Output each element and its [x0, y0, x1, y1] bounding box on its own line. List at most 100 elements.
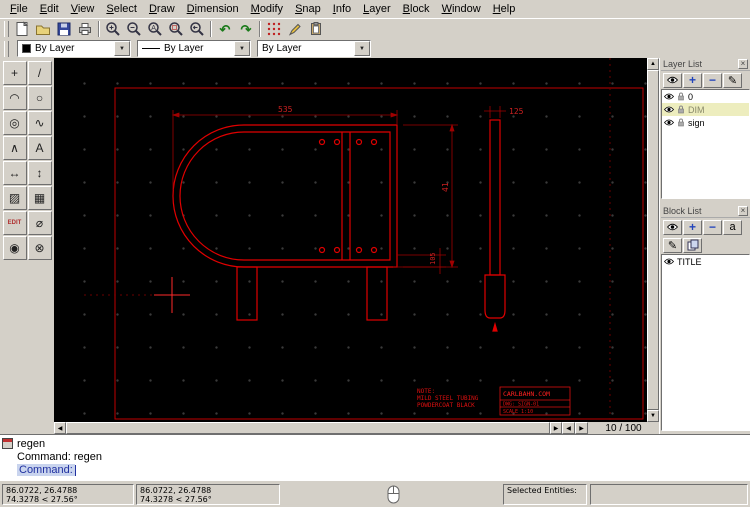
- layer-name: DIM: [688, 105, 705, 115]
- menu-view[interactable]: View: [65, 1, 101, 17]
- lock-icon[interactable]: [677, 105, 685, 114]
- pencil-icon: [287, 21, 303, 37]
- canvas-vertical-scrollbar[interactable]: ▲ ▼: [647, 58, 659, 422]
- tool-snap-button[interactable]: ◉: [3, 236, 27, 260]
- zoom-page-forward-button[interactable]: ▶: [575, 422, 588, 434]
- canvas-horizontal-scrollbar[interactable]: ◀ ▶: [54, 422, 562, 434]
- tool-arc-button[interactable]: ◠: [3, 86, 27, 110]
- relative-coordinates-box: 86.0722, 26.4788 74.3278 < 27.56°: [136, 484, 280, 505]
- menu-edit[interactable]: Edit: [34, 1, 65, 17]
- menu-select[interactable]: Select: [100, 1, 143, 17]
- add-block-button[interactable]: +: [683, 220, 702, 235]
- eye-icon[interactable]: [664, 258, 674, 265]
- horizontal-scroll-thumb[interactable]: [66, 422, 550, 434]
- tool-polyline-button[interactable]: ∧: [3, 136, 27, 160]
- zoom-out-button[interactable]: [124, 20, 144, 38]
- paste-button[interactable]: [306, 20, 326, 38]
- undo-button[interactable]: ↶: [215, 20, 235, 38]
- menu-layer[interactable]: Layer: [357, 1, 397, 17]
- tool-dimension-horizontal-button[interactable]: ↔: [3, 161, 27, 185]
- rename-block-button[interactable]: a: [723, 220, 742, 235]
- menu-help[interactable]: Help: [487, 1, 522, 17]
- menu-modify[interactable]: Modify: [245, 1, 289, 17]
- zoom-in-button[interactable]: [103, 20, 123, 38]
- linetype-combobox-arrow[interactable]: ▼: [354, 41, 370, 56]
- menu-window[interactable]: Window: [436, 1, 487, 17]
- redo-icon: ↷: [241, 23, 252, 36]
- main-area: + / ◠ ○ ◎ ∿ ∧ A ↔ ↕ ▨ ▦ EDIT ⌀ ◉ ⊗: [0, 58, 750, 434]
- menu-dimension[interactable]: Dimension: [181, 1, 245, 17]
- snap-grid-button[interactable]: [264, 20, 284, 38]
- menu-draw[interactable]: Draw: [143, 1, 181, 17]
- pen-edit-button[interactable]: [285, 20, 305, 38]
- edit-layer-button[interactable]: ✎: [723, 73, 742, 88]
- menu-info[interactable]: Info: [327, 1, 357, 17]
- drawing-canvas[interactable]: 535 125 41 105 NOTE: MILD STEEL TUBING P…: [54, 58, 647, 422]
- layer-row-0[interactable]: 0: [662, 90, 749, 103]
- block-visibility-button[interactable]: [663, 220, 682, 235]
- print-button[interactable]: [75, 20, 95, 38]
- tool-spline-button[interactable]: ∿: [28, 111, 52, 135]
- scroll-down-arrow[interactable]: ▼: [647, 410, 659, 422]
- menu-block[interactable]: Block: [397, 1, 436, 17]
- command-dock-icon[interactable]: [2, 438, 13, 449]
- toolbar-grip[interactable]: [4, 41, 9, 57]
- tool-dimension-vertical-button[interactable]: ↕: [28, 161, 52, 185]
- scroll-up-arrow[interactable]: ▲: [647, 58, 659, 70]
- edit-block-button[interactable]: ✎: [663, 238, 682, 253]
- color-combobox-arrow[interactable]: ▼: [114, 41, 130, 56]
- layer-row-sign[interactable]: sign: [662, 116, 749, 129]
- add-layer-button[interactable]: +: [683, 73, 702, 88]
- layer-visibility-button[interactable]: [663, 73, 682, 88]
- remove-block-button[interactable]: −: [703, 220, 722, 235]
- menu-file[interactable]: File: [4, 1, 34, 17]
- lock-icon[interactable]: [677, 92, 685, 101]
- text-icon: A: [35, 141, 43, 155]
- redo-button[interactable]: ↷: [236, 20, 256, 38]
- scroll-left-arrow[interactable]: ◀: [54, 422, 66, 434]
- tool-edit-button[interactable]: EDIT: [3, 211, 27, 235]
- new-file-button[interactable]: [12, 20, 32, 38]
- eye-icon[interactable]: [664, 93, 674, 100]
- lock-icon[interactable]: [677, 118, 685, 127]
- tool-image-button[interactable]: ▦: [28, 186, 52, 210]
- zoom-auto-button[interactable]: A: [145, 20, 165, 38]
- tool-circle-button[interactable]: ○: [28, 86, 52, 110]
- tool-hatch-button[interactable]: ▨: [3, 186, 27, 210]
- color-combobox[interactable]: By Layer ▼: [17, 40, 131, 57]
- linewidth-combobox-arrow[interactable]: ▼: [234, 41, 250, 56]
- save-file-button[interactable]: [54, 20, 74, 38]
- tool-measure-button[interactable]: ⌀: [28, 211, 52, 235]
- block-list-close-icon[interactable]: ×: [738, 206, 748, 216]
- menu-snap[interactable]: Snap: [289, 1, 327, 17]
- layer-row-dim[interactable]: DIM: [662, 103, 749, 116]
- tool-ellipse-button[interactable]: ◎: [3, 111, 27, 135]
- scroll-right-arrow[interactable]: ▶: [550, 422, 562, 434]
- linewidth-combobox[interactable]: By Layer ▼: [137, 40, 251, 57]
- tool-point-button[interactable]: +: [3, 61, 27, 85]
- zoom-window-button[interactable]: [166, 20, 186, 38]
- command-console[interactable]: regen Command: regen Command:: [0, 434, 750, 480]
- absolute-coordinates-line2: 74.3278 < 27.56°: [6, 495, 130, 504]
- layer-list-close-icon[interactable]: ×: [738, 59, 748, 69]
- open-file-button[interactable]: [33, 20, 53, 38]
- tool-delete-button[interactable]: ⊗: [28, 236, 52, 260]
- block-list-header: Block List ×: [661, 205, 750, 218]
- ellipse-icon: ◎: [9, 116, 19, 130]
- tool-line-button[interactable]: /: [28, 61, 52, 85]
- edit-icon: EDIT: [8, 220, 22, 226]
- remove-layer-button[interactable]: −: [703, 73, 722, 88]
- linetype-combobox[interactable]: By Layer ▼: [257, 40, 371, 57]
- command-input-line[interactable]: Command:: [17, 464, 76, 476]
- tool-text-button[interactable]: A: [28, 136, 52, 160]
- toolbar-grip[interactable]: [4, 21, 9, 37]
- zoom-page-back-button[interactable]: ◀: [562, 422, 575, 434]
- svg-text:A: A: [151, 25, 156, 32]
- eye-icon[interactable]: [664, 119, 674, 126]
- insert-block-button[interactable]: [683, 238, 702, 253]
- zoom-previous-button[interactable]: [187, 20, 207, 38]
- block-row-title[interactable]: TITLE: [662, 255, 749, 268]
- eye-icon[interactable]: [664, 106, 674, 113]
- sign-front-view: [173, 125, 397, 320]
- vertical-scroll-thumb[interactable]: [647, 70, 659, 410]
